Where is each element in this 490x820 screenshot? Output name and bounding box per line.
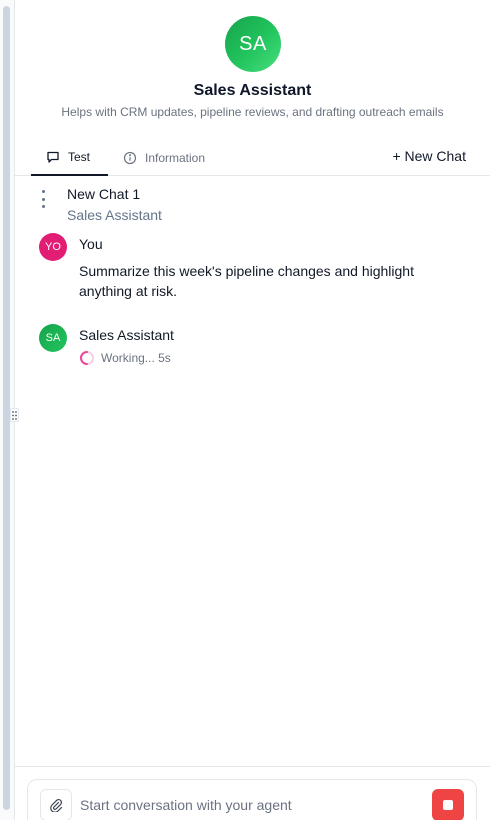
composer xyxy=(27,779,477,820)
tab-test[interactable]: Test xyxy=(31,140,108,176)
user-avatar: YO xyxy=(39,233,67,261)
agent-message: SA Sales Assistant Working... 5s xyxy=(39,324,469,374)
tab-bar: Test Information + New Chat xyxy=(15,140,490,176)
composer-area xyxy=(15,766,490,820)
tab-test-label: Test xyxy=(68,150,91,164)
status-text: Working... 5s xyxy=(101,351,171,365)
chat-options-icon[interactable] xyxy=(37,190,49,208)
message-text: Summarize this week's pipeline changes a… xyxy=(79,263,414,299)
agent-test-panel: SA Sales Assistant Helps with CRM update… xyxy=(15,0,490,820)
scrollbar[interactable] xyxy=(3,6,10,810)
stop-button[interactable] xyxy=(432,789,464,820)
chat-title: New Chat 1 xyxy=(67,186,141,202)
info-circle-icon xyxy=(123,151,137,164)
agent-description: Helps with CRM updates, pipeline reviews… xyxy=(61,105,444,119)
agent-header: SA Sales Assistant Helps with CRM update… xyxy=(15,0,490,140)
agent-avatar: SA xyxy=(225,16,281,72)
paperclip-icon xyxy=(50,798,63,812)
attach-button[interactable] xyxy=(40,789,72,820)
chat-agent-name: Sales Assistant xyxy=(67,207,162,223)
message-author: You xyxy=(79,236,103,252)
message-input[interactable] xyxy=(80,794,410,816)
chat-bubble-icon xyxy=(47,151,59,163)
working-status: Working... 5s xyxy=(79,350,171,366)
agent-message-avatar: SA xyxy=(39,324,67,352)
tab-information[interactable]: Information xyxy=(123,140,205,175)
new-chat-button[interactable]: + New Chat xyxy=(392,148,466,164)
user-message: YO You Summarize this week's pipeline ch… xyxy=(39,233,469,303)
message-author: Sales Assistant xyxy=(79,327,174,343)
tab-information-label: Information xyxy=(145,150,206,165)
stop-icon xyxy=(443,800,453,810)
agent-name: Sales Assistant xyxy=(193,82,312,99)
spinner-icon xyxy=(79,351,94,365)
